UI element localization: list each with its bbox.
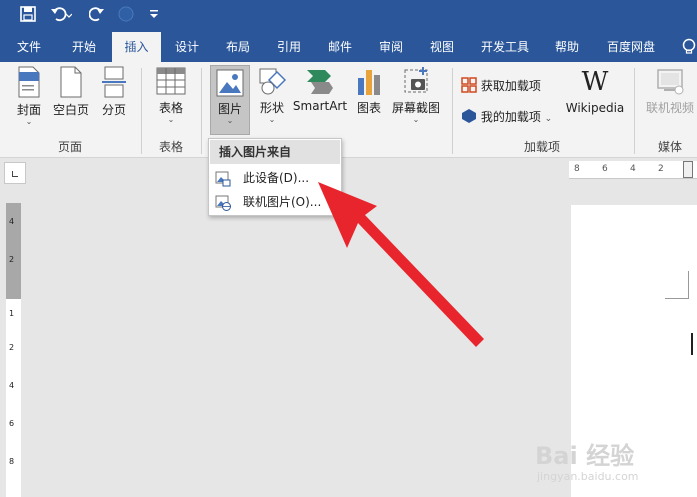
watermark-url: jingyan.baidu.com <box>537 470 639 483</box>
watermark-brand: Bai 经验 <box>535 442 635 470</box>
baidu-watermark: Bai 经验 jingyan.baidu.com <box>535 436 665 492</box>
annotation-arrow <box>318 182 484 347</box>
